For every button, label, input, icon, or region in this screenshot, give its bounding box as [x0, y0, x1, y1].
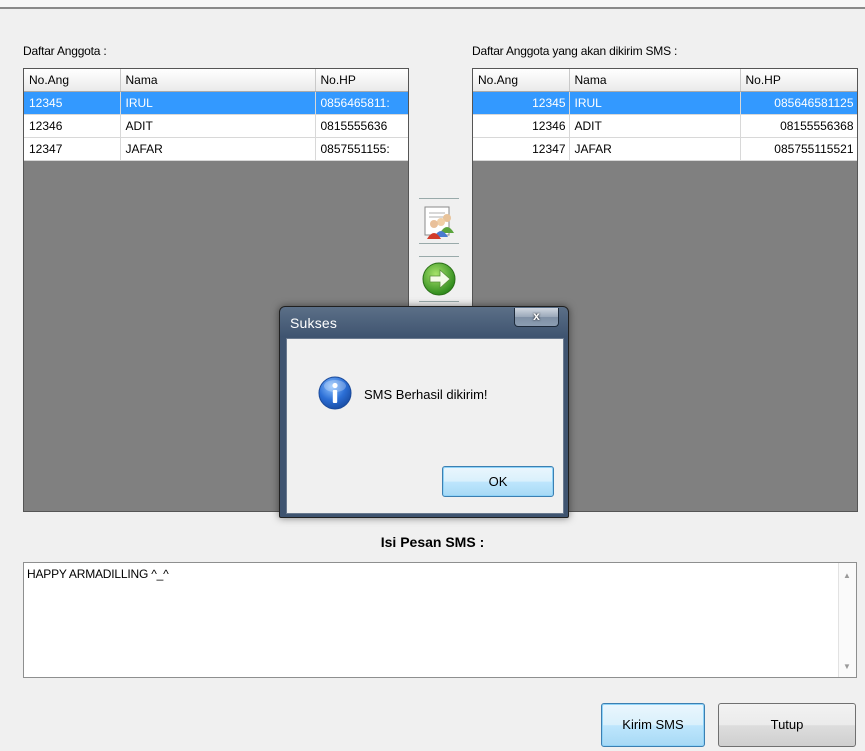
window-top-border — [0, 0, 865, 9]
grid-header-row: No.Ang Nama No.HP — [473, 69, 857, 92]
dialog-body: SMS Berhasil dikirim! OK — [286, 338, 564, 514]
column-header-no-hp[interactable]: No.HP — [315, 69, 408, 92]
table-row[interactable]: 12347 JAFAR 085755115521 — [473, 137, 857, 161]
right-list-label: Daftar Anggota yang akan dikirim SMS : — [472, 44, 678, 58]
message-scrollbar[interactable]: ▲ ▼ — [838, 563, 856, 677]
column-header-no-hp[interactable]: No.HP — [740, 69, 857, 92]
scroll-down-arrow-icon[interactable]: ▼ — [843, 662, 851, 671]
send-sms-button[interactable]: Kirim SMS — [601, 703, 705, 747]
cell-no-ang: 12346 — [473, 114, 570, 138]
cell-nama: IRUL — [569, 91, 741, 115]
cell-no-ang: 12345 — [24, 91, 121, 115]
cell-nama: JAFAR — [120, 137, 316, 161]
cell-no-hp: 0856465811: — [315, 91, 408, 115]
add-members-button[interactable] — [419, 198, 459, 244]
cell-no-ang: 12346 — [24, 114, 121, 138]
cell-nama: ADIT — [569, 114, 741, 138]
cell-nama: IRUL — [120, 91, 316, 115]
cell-no-ang: 12347 — [473, 137, 570, 161]
cell-no-ang: 12347 — [24, 137, 121, 161]
cell-no-hp: 0815555636 — [315, 114, 408, 138]
info-icon — [318, 376, 352, 410]
cell-nama: ADIT — [120, 114, 316, 138]
dialog-message: SMS Berhasil dikirim! — [364, 387, 488, 402]
close-button[interactable]: Tutup — [718, 703, 856, 747]
sms-message-textarea[interactable]: HAPPY ARMADILLING ^_^ ▲ ▼ — [23, 562, 857, 678]
grid-header-row: No.Ang Nama No.HP — [24, 69, 408, 92]
cell-no-hp: 085755115521 — [740, 137, 857, 161]
dialog-title: Sukses — [290, 315, 338, 331]
column-header-nama[interactable]: Nama — [569, 69, 741, 92]
dialog-close-button[interactable]: x — [514, 308, 559, 327]
sms-message-heading: Isi Pesan SMS : — [380, 534, 485, 550]
green-arrow-right-icon — [422, 262, 456, 296]
cell-no-hp: 085646581125 — [740, 91, 857, 115]
ok-button[interactable]: OK — [442, 466, 554, 497]
scroll-up-arrow-icon[interactable]: ▲ — [843, 571, 851, 580]
column-header-nama[interactable]: Nama — [120, 69, 316, 92]
sms-message-text: HAPPY ARMADILLING ^_^ — [27, 567, 169, 581]
left-list-label: Daftar Anggota : — [23, 44, 107, 58]
cell-no-hp: 0857551155: — [315, 137, 408, 161]
success-dialog: Sukses x SMS Berhasil dikirim! OK — [279, 306, 569, 518]
table-row[interactable]: 12345 IRUL 0856465811: — [24, 91, 408, 115]
column-header-no-ang[interactable]: No.Ang — [24, 69, 121, 92]
cell-no-hp: 08155556368 — [740, 114, 857, 138]
cell-no-ang: 12345 — [473, 91, 570, 115]
cell-nama: JAFAR — [569, 137, 741, 161]
column-header-no-ang[interactable]: No.Ang — [473, 69, 570, 92]
table-row[interactable]: 12346 ADIT 08155556368 — [473, 114, 857, 138]
table-row[interactable]: 12346 ADIT 0815555636 — [24, 114, 408, 138]
members-group-icon — [424, 206, 454, 239]
send-to-list-button[interactable] — [419, 256, 459, 302]
table-row[interactable]: 12345 IRUL 085646581125 — [473, 91, 857, 115]
table-row[interactable]: 12347 JAFAR 0857551155: — [24, 137, 408, 161]
